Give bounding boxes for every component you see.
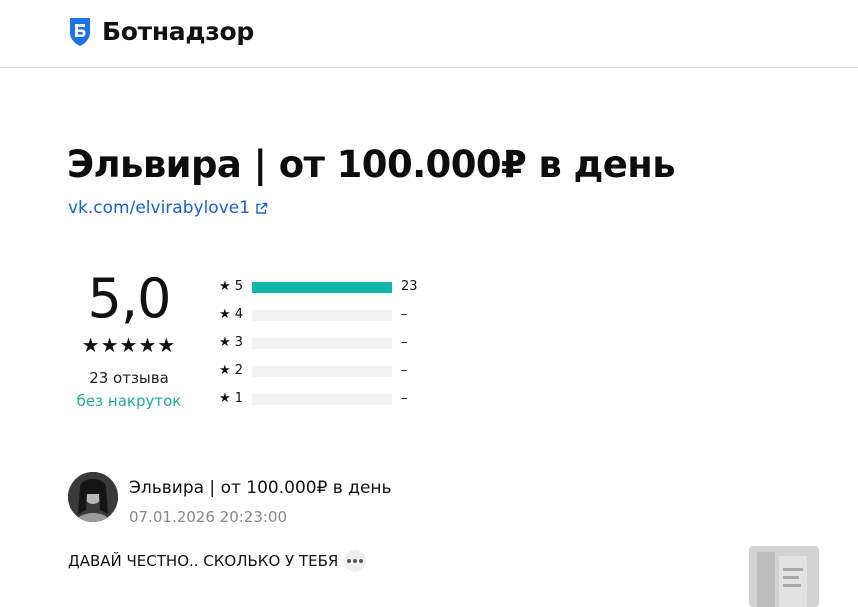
rating-distribution: ★ 5 23 ★ 4 – ★ 3 – ★ 2 – ★ 1 – [219,278,429,418]
rating-row-label: ★ 4 [219,307,244,322]
rating-summary: 5,0 ★★★★★ 23 отзыва без накруток [68,268,190,411]
review-author[interactable]: Эльвира | от 100.000₽ в день [129,478,392,498]
rating-row-label: ★ 1 [219,391,244,406]
rating-bar-track [252,394,392,405]
rating-row-2: ★ 2 – [219,362,429,390]
attachment-image [749,546,819,607]
rating-row-count: – [401,335,408,350]
external-link-icon[interactable] [255,202,268,215]
profile-link[interactable]: vk.com/elvirabylove1 [68,198,250,218]
no-fake-badge[interactable]: без накруток [68,391,190,411]
avatar-image [68,472,118,522]
rating-bar-track [252,338,392,349]
rating-row-1: ★ 1 – [219,390,429,418]
rating-row-count: – [401,391,408,406]
rating-row-count: 23 [401,279,418,294]
review-text: ДАВАЙ ЧЕСТНО.. СКОЛЬКО У ТЕБЯ [68,552,339,570]
rating-row-label: ★ 5 [219,279,244,294]
rating-bar-fill [252,282,392,293]
rating-row-count: – [401,307,408,322]
review-attachment-thumbnail[interactable] [749,546,819,607]
shield-icon [70,18,90,46]
rating-row-3: ★ 3 – [219,334,429,362]
rating-stars: ★★★★★ [81,333,177,357]
avatar[interactable] [68,472,118,522]
rating-row-count: – [401,363,408,378]
review-text-row: ДАВАЙ ЧЕСТНО.. СКОЛЬКО У ТЕБЯ [68,550,367,572]
review-date: 07.01.2026 20:23:00 [129,508,288,526]
rating-row-4: ★ 4 – [219,306,429,334]
rating-score: 5,0 [87,267,172,330]
page-title: Эльвира | от 100.000₽ в день [67,143,676,186]
rating-bar-track [252,366,392,377]
more-dots-icon[interactable] [344,550,367,572]
rating-bar-track [252,310,392,321]
rating-row-label: ★ 3 [219,335,244,350]
top-bar: Ботнадзор [0,0,858,68]
profile-link-row: vk.com/elvirabylove1 [68,198,268,218]
rating-bar-track [252,282,392,293]
reviews-count[interactable]: 23 отзыва [68,368,190,388]
rating-row-label: ★ 2 [219,363,244,378]
brand-logo[interactable]: Ботнадзор [68,15,254,47]
rating-row-5: ★ 5 23 [219,278,429,306]
brand-name: Ботнадзор [102,16,254,46]
